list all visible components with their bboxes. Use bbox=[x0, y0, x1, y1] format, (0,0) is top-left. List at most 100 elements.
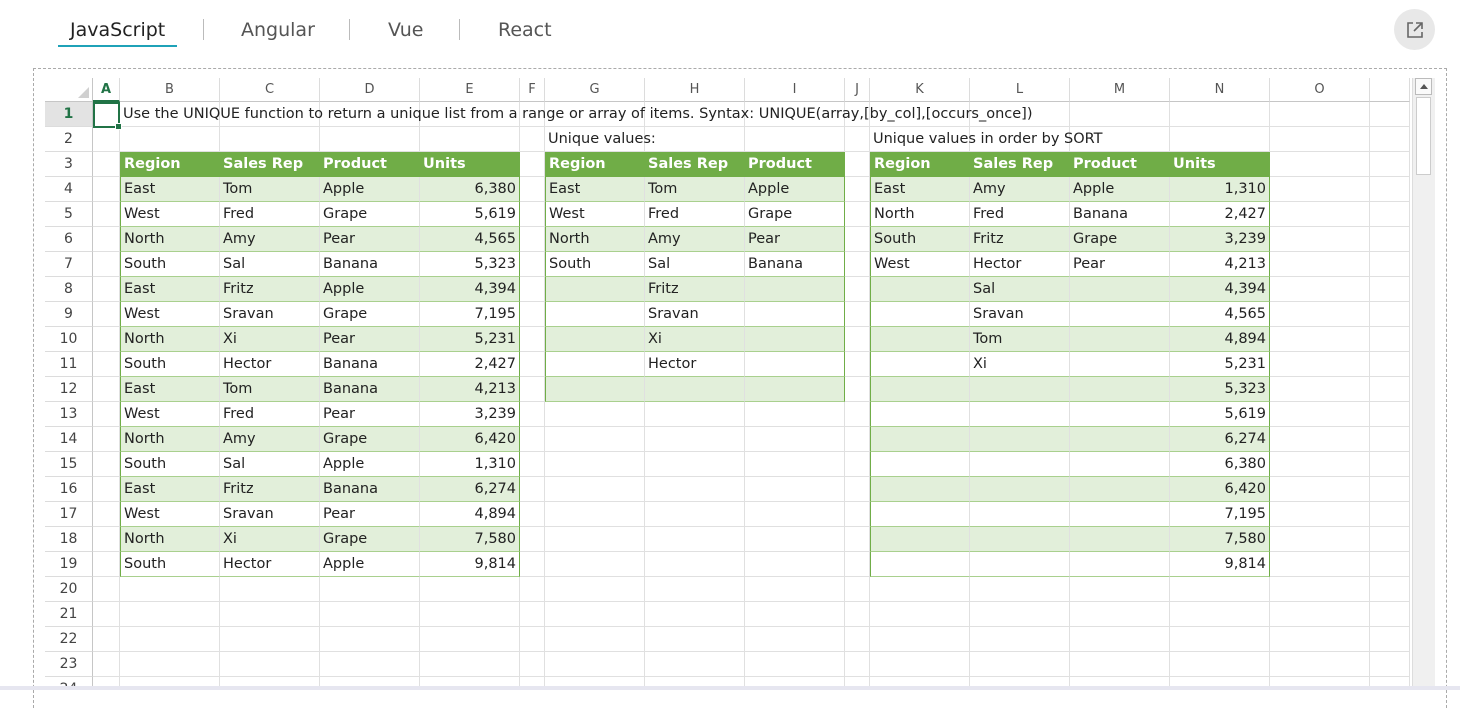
grid-cell[interactable] bbox=[520, 252, 545, 277]
grid-cell[interactable] bbox=[1270, 177, 1370, 202]
sorted-table-cell[interactable]: 5,619 bbox=[1170, 402, 1270, 427]
grid-cell[interactable] bbox=[845, 552, 870, 577]
sorted-table-cell[interactable]: Amy bbox=[970, 177, 1070, 202]
grid-cell[interactable] bbox=[870, 577, 970, 602]
column-header[interactable]: D bbox=[320, 78, 420, 102]
source-table-header[interactable]: Units bbox=[420, 152, 520, 177]
grid-cell[interactable] bbox=[93, 477, 120, 502]
source-table-cell[interactable]: 3,239 bbox=[420, 402, 520, 427]
sorted-table-cell[interactable]: Banana bbox=[1070, 202, 1170, 227]
grid-cell[interactable] bbox=[1270, 202, 1370, 227]
grid-cell[interactable] bbox=[845, 452, 870, 477]
source-table-cell[interactable]: North bbox=[120, 327, 220, 352]
source-table-cell[interactable]: Apple bbox=[320, 177, 420, 202]
sorted-table-cell[interactable]: 4,894 bbox=[1170, 327, 1270, 352]
grid-cell[interactable] bbox=[1370, 152, 1410, 177]
source-table-cell[interactable]: Banana bbox=[320, 477, 420, 502]
column-header[interactable]: L bbox=[970, 78, 1070, 102]
grid-cell[interactable] bbox=[1170, 602, 1270, 627]
grid-cell[interactable] bbox=[93, 427, 120, 452]
grid-cell[interactable] bbox=[93, 127, 120, 152]
unique-table-cell[interactable] bbox=[745, 327, 845, 352]
grid-cell[interactable] bbox=[645, 452, 745, 477]
unique-table-cell[interactable]: Fritz bbox=[645, 277, 745, 302]
grid-cell[interactable] bbox=[220, 652, 320, 677]
grid-cell[interactable] bbox=[220, 602, 320, 627]
grid-cell[interactable] bbox=[645, 502, 745, 527]
grid-cell[interactable] bbox=[1170, 102, 1270, 127]
grid-cell[interactable] bbox=[93, 377, 120, 402]
grid-cell[interactable] bbox=[120, 577, 220, 602]
row-header[interactable]: 20 bbox=[45, 577, 93, 602]
scroll-up-icon[interactable] bbox=[1415, 78, 1432, 95]
source-table-cell[interactable]: Pear bbox=[320, 327, 420, 352]
grid-cell[interactable] bbox=[1370, 602, 1410, 627]
row-header[interactable]: 10 bbox=[45, 327, 93, 352]
grid-cell[interactable] bbox=[645, 552, 745, 577]
grid-cell[interactable] bbox=[93, 602, 120, 627]
source-table-cell[interactable]: South bbox=[120, 452, 220, 477]
grid-cell[interactable] bbox=[93, 402, 120, 427]
sorted-table-cell[interactable] bbox=[870, 352, 970, 377]
tab-angular[interactable]: Angular bbox=[241, 17, 315, 43]
grid-cell[interactable] bbox=[520, 227, 545, 252]
sorted-table-cell[interactable] bbox=[970, 477, 1070, 502]
unique-table-cell[interactable] bbox=[545, 352, 645, 377]
grid-cell[interactable] bbox=[1070, 577, 1170, 602]
grid-cell[interactable] bbox=[545, 427, 645, 452]
grid-cell[interactable] bbox=[520, 127, 545, 152]
grid-cell[interactable] bbox=[120, 652, 220, 677]
grid-cell[interactable] bbox=[1170, 627, 1270, 652]
sorted-table-cell[interactable]: 1,310 bbox=[1170, 177, 1270, 202]
sorted-table-cell[interactable] bbox=[870, 402, 970, 427]
grid-cell[interactable] bbox=[1370, 427, 1410, 452]
grid-cell[interactable] bbox=[845, 177, 870, 202]
grid-cell[interactable] bbox=[845, 402, 870, 427]
column-header[interactable]: C bbox=[220, 78, 320, 102]
sorted-table-header[interactable]: Units bbox=[1170, 152, 1270, 177]
unique-table-cell[interactable] bbox=[745, 377, 845, 402]
sorted-table-cell[interactable]: West bbox=[870, 252, 970, 277]
unique-table-cell[interactable]: Hector bbox=[645, 352, 745, 377]
sorted-table-cell[interactable]: Grape bbox=[1070, 227, 1170, 252]
source-table-cell[interactable]: 1,310 bbox=[420, 452, 520, 477]
grid-cell[interactable] bbox=[1270, 477, 1370, 502]
grid-cell[interactable] bbox=[93, 202, 120, 227]
sorted-table-cell[interactable] bbox=[870, 527, 970, 552]
grid-cell[interactable] bbox=[745, 652, 845, 677]
unique-table-cell[interactable] bbox=[745, 352, 845, 377]
column-header[interactable]: I bbox=[745, 78, 845, 102]
grid-cell[interactable] bbox=[1170, 127, 1270, 152]
grid-cell[interactable] bbox=[645, 577, 745, 602]
grid-cell[interactable] bbox=[745, 477, 845, 502]
grid-cell[interactable] bbox=[93, 152, 120, 177]
grid-cell[interactable] bbox=[1170, 652, 1270, 677]
grid-cell[interactable] bbox=[745, 427, 845, 452]
row-header[interactable]: 5 bbox=[45, 202, 93, 227]
row-header[interactable]: 14 bbox=[45, 427, 93, 452]
grid-cell[interactable] bbox=[320, 602, 420, 627]
source-table-cell[interactable]: Sravan bbox=[220, 302, 320, 327]
source-table-header[interactable]: Sales Rep bbox=[220, 152, 320, 177]
source-table-cell[interactable]: Amy bbox=[220, 227, 320, 252]
source-table-cell[interactable]: Hector bbox=[220, 352, 320, 377]
grid-cell[interactable] bbox=[545, 452, 645, 477]
grid-cell[interactable] bbox=[845, 277, 870, 302]
grid-cell[interactable] bbox=[545, 552, 645, 577]
grid-cell[interactable] bbox=[420, 602, 520, 627]
unique-table-header[interactable]: Region bbox=[545, 152, 645, 177]
grid-cell[interactable] bbox=[93, 527, 120, 552]
row-header[interactable]: 4 bbox=[45, 177, 93, 202]
grid-cell[interactable] bbox=[93, 577, 120, 602]
grid-cell[interactable] bbox=[645, 652, 745, 677]
grid-cell[interactable] bbox=[745, 502, 845, 527]
column-header[interactable]: E bbox=[420, 78, 520, 102]
source-table-cell[interactable]: 4,213 bbox=[420, 377, 520, 402]
unique-table-header[interactable]: Sales Rep bbox=[645, 152, 745, 177]
column-header[interactable]: F bbox=[520, 78, 545, 102]
sorted-table-cell[interactable]: Pear bbox=[1070, 252, 1170, 277]
sorted-table-cell[interactable] bbox=[970, 552, 1070, 577]
sorted-table-cell[interactable] bbox=[970, 377, 1070, 402]
grid-cell[interactable] bbox=[845, 477, 870, 502]
sorted-table-cell[interactable] bbox=[1070, 552, 1170, 577]
